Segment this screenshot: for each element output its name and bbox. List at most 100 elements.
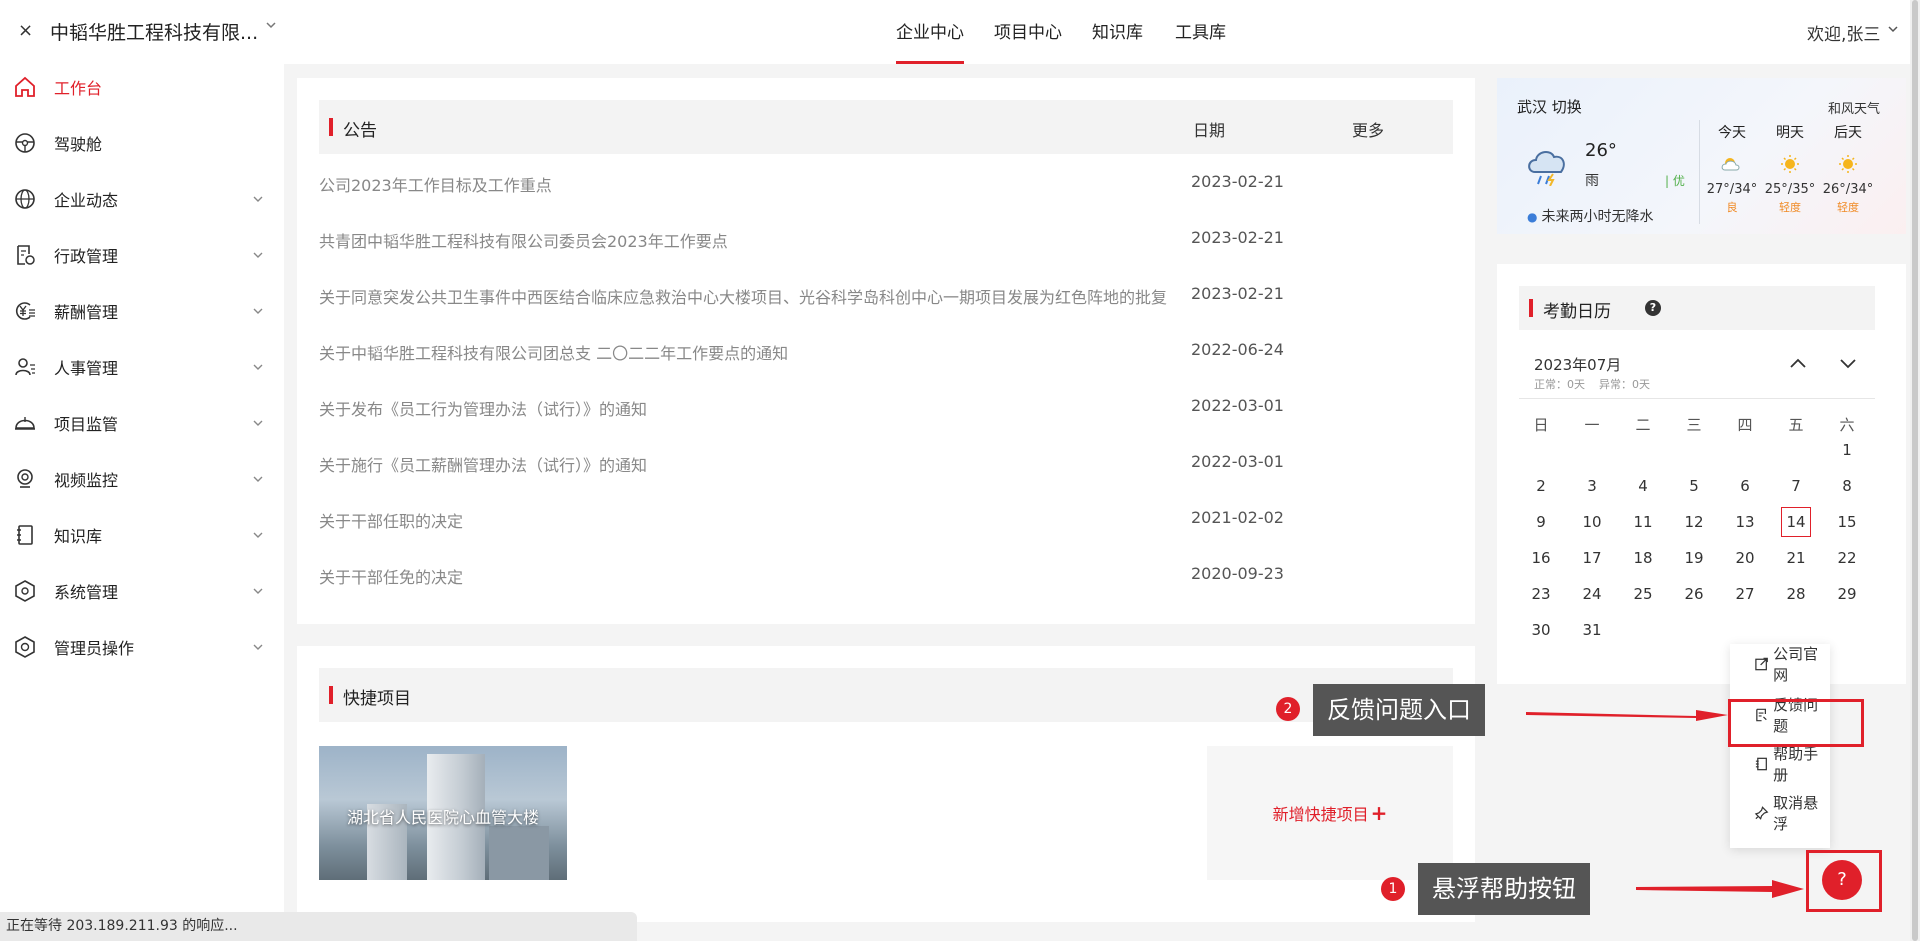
sidebar-item-admin[interactable]: 行政管理 [0, 235, 284, 275]
sun-icon [1839, 155, 1857, 173]
forecast-quality: 轻度 [1837, 201, 1859, 214]
calendar-month: 2023年07月 [1534, 356, 1622, 374]
sidebar-item-enterprise-news[interactable]: 企业动态 [0, 179, 284, 219]
menu-company-website[interactable]: 公司官网 [1730, 644, 1830, 684]
calendar-day[interactable]: 2 [1526, 471, 1556, 501]
help-circle-icon[interactable]: ? [1645, 300, 1661, 316]
notice-row-title[interactable]: 关于中韬华胜工程科技有限公司团总支 二〇二二年工作要点的通知 [319, 340, 1171, 364]
notice-row-title[interactable]: 关于发布《员工行为管理办法（试行）》的通知 [319, 396, 1171, 420]
weekday-header: 三 [1686, 416, 1702, 434]
nav-knowledge-base[interactable]: 知识库 [1092, 0, 1143, 64]
calendar-day[interactable]: 19 [1679, 543, 1709, 573]
title-marker [1529, 299, 1533, 317]
calendar-day[interactable]: 27 [1730, 579, 1760, 609]
notice-row-date: 2020-09-23 [1191, 564, 1284, 583]
calendar-day[interactable]: 8 [1832, 471, 1862, 501]
calendar-day[interactable]: 7 [1781, 471, 1811, 501]
floating-help-button[interactable]: ? [1822, 860, 1862, 900]
notice-more-link[interactable]: 更多 [1352, 117, 1384, 141]
calendar-day[interactable]: 23 [1526, 579, 1556, 609]
weather-city-switch[interactable]: 武汉 切换 [1517, 96, 1582, 117]
nav-enterprise-center[interactable]: 企业中心 [896, 0, 964, 64]
company-selector[interactable]: 中韬华胜工程科技有限... [50, 18, 258, 45]
notice-row-title[interactable]: 关于干部任免的决定 [319, 564, 1171, 588]
calendar-day[interactable]: 25 [1628, 579, 1658, 609]
calendar-day[interactable]: 10 [1577, 507, 1607, 537]
calendar-day[interactable]: 15 [1832, 507, 1862, 537]
hex-admin-icon [15, 636, 35, 658]
calendar-day-today[interactable]: 14 [1781, 507, 1811, 537]
sidebar-item-knowledge[interactable]: 知识库 [0, 515, 284, 555]
sidebar-item-salary[interactable]: 薪酬管理 [0, 291, 284, 331]
calendar-day[interactable]: 26 [1679, 579, 1709, 609]
sidebar-item-label: 视频监控 [54, 471, 119, 490]
calendar-day[interactable]: 3 [1577, 471, 1607, 501]
calendar-day[interactable]: 4 [1628, 471, 1658, 501]
calendar-day[interactable]: 31 [1577, 615, 1607, 645]
sidebar-item-system[interactable]: 系统管理 [0, 571, 284, 611]
user-menu[interactable]: 欢迎,张三 [1807, 20, 1880, 45]
calendar-day[interactable]: 5 [1679, 471, 1709, 501]
close-tab-button[interactable]: × [18, 20, 33, 41]
notice-row-title[interactable]: 关于干部任职的决定 [319, 508, 1171, 532]
calendar-day[interactable]: 11 [1628, 507, 1658, 537]
calendar-day[interactable]: 30 [1526, 615, 1556, 645]
notice-row[interactable]: 关于干部任职的决定 2021-02-02 [319, 500, 1453, 540]
calendar-day[interactable]: 21 [1781, 543, 1811, 573]
notice-row-title[interactable]: 关于施行《员工薪酬管理办法（试行）》的通知 [319, 452, 1171, 476]
notice-title: 公告 [343, 121, 377, 141]
sidebar-item-hr[interactable]: 人事管理 [0, 347, 284, 387]
notice-row[interactable]: 关于施行《员工薪酬管理办法（试行）》的通知 2022-03-01 [319, 444, 1453, 484]
calendar-day[interactable]: 16 [1526, 543, 1556, 573]
chevron-down-icon[interactable] [1886, 22, 1900, 36]
notice-row[interactable]: 关于同意突发公共卫生事件中西医结合临床应急救治中心大楼项目、光谷科学岛科创中心一… [319, 276, 1453, 316]
nav-toolbox[interactable]: 工具库 [1175, 0, 1226, 64]
notice-row[interactable]: 关于中韬华胜工程科技有限公司团总支 二〇二二年工作要点的通知 2022-06-24 [319, 332, 1453, 372]
forecast-day-after: 后天 26°/34° 轻度 [1821, 122, 1875, 215]
calendar-day[interactable]: 12 [1679, 507, 1709, 537]
callout-badge: 1 [1381, 877, 1405, 901]
sidebar-item-cockpit[interactable]: 驾驶舱 [0, 123, 284, 163]
chevron-down-icon[interactable] [1837, 356, 1859, 370]
notice-row-title[interactable]: 公司2023年工作目标及工作重点 [319, 172, 1171, 196]
calendar-day[interactable]: 29 [1832, 579, 1862, 609]
calendar-day[interactable]: 6 [1730, 471, 1760, 501]
notice-row[interactable]: 关于干部任免的决定 2020-09-23 [319, 556, 1453, 596]
calendar-day[interactable]: 9 [1526, 507, 1556, 537]
calendar-day[interactable]: 13 [1730, 507, 1760, 537]
sidebar-item-video-monitor[interactable]: 视频监控 [0, 459, 284, 499]
nav-project-center[interactable]: 项目中心 [994, 0, 1062, 64]
quick-projects-title: 快捷项目 [343, 689, 411, 709]
calendar-day[interactable]: 22 [1832, 543, 1862, 573]
sidebar-item-workbench[interactable]: 工作台 [0, 67, 284, 107]
weekday-header: 五 [1788, 416, 1804, 434]
home-icon [15, 76, 35, 97]
project-card[interactable]: 湖北省人民医院心血管大楼 [319, 746, 567, 880]
calendar-day[interactable]: 18 [1628, 543, 1658, 573]
notice-row[interactable]: 共青团中韬华胜工程科技有限公司委员会2023年工作要点 2023-02-21 [319, 220, 1453, 260]
notice-row-title[interactable]: 共青团中韬华胜工程科技有限公司委员会2023年工作要点 [319, 228, 1171, 252]
notice-row-date: 2023-02-21 [1191, 172, 1284, 191]
calendar-day[interactable]: 24 [1577, 579, 1607, 609]
notice-row-title[interactable]: 关于同意突发公共卫生事件中西医结合临床应急救治中心大楼项目、光谷科学岛科创中心一… [319, 284, 1171, 308]
menu-cancel-float[interactable]: 取消悬浮 [1730, 793, 1830, 833]
notice-row[interactable]: 关于发布《员工行为管理办法（试行）》的通知 2022-03-01 [319, 388, 1453, 428]
calendar-day[interactable]: 20 [1730, 543, 1760, 573]
calendar-day[interactable]: 28 [1781, 579, 1811, 609]
building-image [489, 826, 549, 880]
scrollbar-thumb[interactable] [1912, 0, 1918, 941]
add-quick-project-button[interactable]: 新增快捷项目 + [1207, 746, 1453, 880]
steering-wheel-icon [15, 133, 35, 153]
menu-item-label: 帮助手册 [1773, 745, 1819, 784]
chevron-down-icon[interactable] [264, 18, 278, 32]
calendar-day[interactable]: 1 [1832, 435, 1862, 465]
arrow-right-icon [1526, 710, 1728, 721]
chevron-up-icon[interactable] [1787, 356, 1809, 370]
calendar-day[interactable]: 17 [1577, 543, 1607, 573]
weekday-header: 一 [1584, 416, 1600, 434]
sidebar-item-admin-ops[interactable]: 管理员操作 [0, 627, 284, 667]
sidebar-item-project-supervision[interactable]: 项目监管 [0, 403, 284, 443]
notice-row[interactable]: 公司2023年工作目标及工作重点 2023-02-21 [319, 164, 1453, 204]
menu-help-manual[interactable]: 帮助手册 [1730, 744, 1830, 784]
weekday-header: 日 [1533, 416, 1549, 434]
